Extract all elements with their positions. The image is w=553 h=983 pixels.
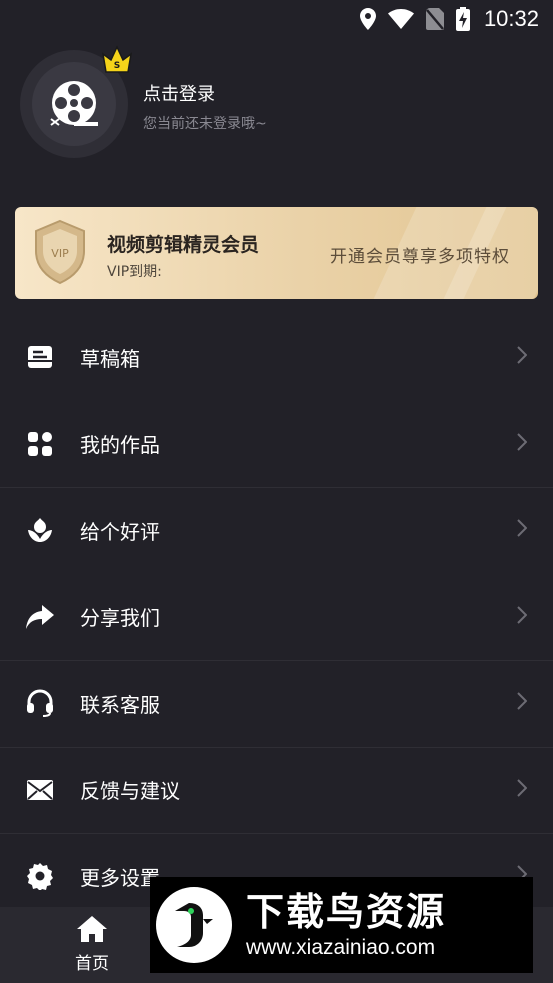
mail-icon [26,776,54,804]
vip-banner[interactable]: VIP 视频剪辑精灵会员 VIP到期: 开通会员尊享多项特权 [15,207,538,299]
no-sim-icon [425,8,444,30]
vip-cta[interactable]: 开通会员尊享多项特权 [330,242,510,267]
menu-item-support[interactable]: 联系客服 [0,660,553,747]
nav-home-label: 首页 [75,954,109,974]
watermark-url: www.xiazainiao.com [246,936,436,959]
watermark: 下载鸟资源 www.xiazainiao.com [150,877,533,973]
svg-text:S: S [114,61,120,71]
login-subtitle: 您当前还未登录哦~ [143,116,267,132]
vip-title: 视频剪辑精灵会员 [107,234,260,256]
menu-label: 我的作品 [80,433,160,458]
chevron-right-icon [517,519,528,541]
menu-item-works[interactable]: 我的作品 [0,401,553,488]
menu-item-feedback[interactable]: 反馈与建议 [0,746,553,834]
share-arrow-icon [26,603,54,631]
menu-label: 更多设置 [80,865,160,890]
watermark-text: 下载鸟资源 www.xiazainiao.com [246,889,446,961]
menu-label: 给个好评 [80,519,160,544]
menu-item-share[interactable]: 分享我们 [0,574,553,661]
menu-item-rating[interactable]: 给个好评 [0,487,553,574]
menu-label: 反馈与建议 [80,779,180,804]
works-grid-icon [26,430,54,458]
gear-icon [26,862,54,891]
chevron-right-icon [517,692,528,714]
battery-charging-icon [455,7,470,31]
chevron-right-icon [517,346,528,368]
watermark-title: 下载鸟资源 [246,890,447,934]
location-icon [359,8,376,30]
chevron-right-icon [517,433,528,455]
chevron-right-icon [517,779,528,801]
flower-rating-icon [26,516,54,544]
menu-label: 分享我们 [80,606,160,631]
home-icon [76,916,108,947]
avatar[interactable]: S [20,45,133,158]
menu-list: 草稿箱 我的作品 给个好评 分享我们 联系客服 反馈与建议 更多设置 [0,314,553,920]
menu-label: 联系客服 [80,692,160,717]
vip-badge-icon: VIP [29,219,91,289]
vip-badge-text: VIP [51,247,69,260]
chevron-right-icon [517,606,528,628]
drafts-box-icon [26,343,54,371]
crown-icon: S [100,44,134,80]
wifi-icon [387,9,414,29]
bird-logo-icon [156,887,232,963]
status-time: 10:32 [483,6,539,31]
status-bar: 10:32 [0,0,553,38]
nav-home[interactable]: 首页 [60,915,124,974]
headset-icon [26,689,54,718]
vip-expire: VIP到期: [107,264,162,280]
menu-item-drafts[interactable]: 草稿箱 [0,314,553,401]
menu-label: 草稿箱 [80,346,140,371]
login-title[interactable]: 点击登录 [143,80,215,106]
profile-screen: 10:32 S 点击登录 您当前还未登录哦~ VIP 视频剪辑精灵会员 VIP到… [0,0,553,983]
